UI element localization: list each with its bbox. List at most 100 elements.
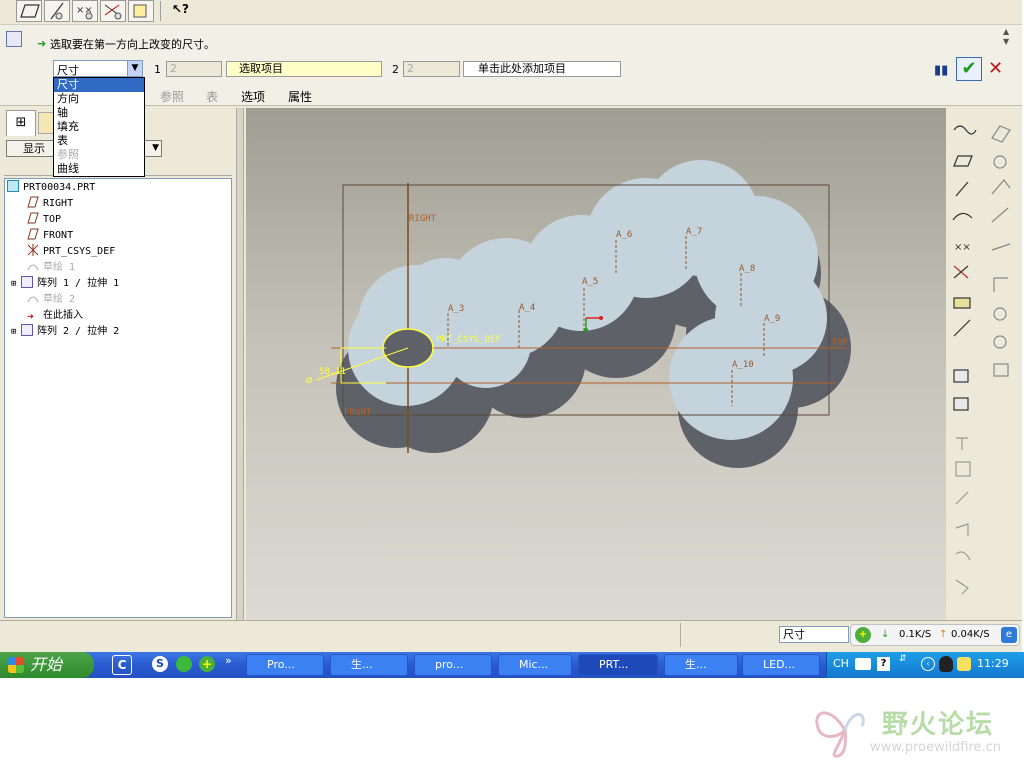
tree-item-label: 阵列 2 / 拉伸 2 [37,326,120,337]
tray-arrows-icon[interactable]: ⇵ [899,654,907,664]
direction1-count-input[interactable]: 2 [166,61,222,77]
menu-item-curve[interactable]: 曲线 [54,162,144,176]
menu-item-table[interactable]: 表 [54,134,144,148]
feature-tool-icon [953,369,969,383]
tree-item-sketch2[interactable]: 草绘 2 [27,292,75,308]
help-icon[interactable]: ? [877,657,890,671]
quicklaunch-s-icon[interactable]: S [152,656,168,672]
direction2-count-input[interactable]: 2 [403,61,460,77]
network-plus-icon[interactable]: + [855,627,871,643]
menu-item-fill[interactable]: 填充 [54,120,144,134]
model-tree-tab-icon[interactable]: ⊞ [6,110,36,136]
menu-item-reference[interactable]: 参照 [54,148,144,162]
graphics-viewport[interactable]: RIGHT TOP FRONT A_3 A_4 A_5 A_6 A_7 A_8 [246,108,946,620]
watermark-url: www.proewildfire.cn [870,740,1001,755]
tree-item-sketch1[interactable]: 草绘 1 [27,260,75,276]
axis-label[interactable]: A_7 [686,227,702,237]
dashboard-scroll-down-icon[interactable]: ▼ [1003,37,1009,46]
axis-label[interactable]: A_8 [739,264,755,274]
task-button[interactable]: 生... [664,654,738,676]
feature-tool-icon [953,397,969,411]
chevron-down-icon[interactable]: ▼ [152,141,159,156]
tree-item-part[interactable]: PRT00034.PRT [7,180,95,196]
context-help-icon[interactable]: ↖? [172,2,192,20]
task-button[interactable]: 生... [330,654,408,676]
tree-item-top[interactable]: TOP [27,212,61,228]
confirm-button[interactable]: ✔ [956,57,982,81]
quicklaunch-more-icon[interactable]: » [225,654,232,667]
tree-item-csys[interactable]: PRT_CSYS_DEF [27,244,115,260]
selection-filter-value: 尺寸 [783,628,805,641]
task-button[interactable]: LED... [742,654,820,676]
sketch-icon [27,260,39,272]
ie-icon[interactable]: e [1001,627,1017,643]
security-icon[interactable] [957,657,971,671]
upload-speed: 0.04K/S [951,629,990,640]
language-indicator[interactable]: CH [833,657,849,670]
tree-item-pattern1[interactable]: ⊞ 阵列 1 / 拉伸 1 [11,276,119,292]
expand-icon[interactable]: ⊞ [11,324,21,340]
datum-axis-tool-icon[interactable] [44,0,70,22]
axis-label[interactable]: A_6 [616,230,632,240]
tree-item-pattern2[interactable]: ⊞ 阵列 2 / 拉伸 2 [11,324,119,340]
panel-splitter[interactable] [236,108,244,620]
selection-filter-select[interactable]: 尺寸 [779,626,849,643]
dashboard-scroll-up-icon[interactable]: ▲ [1003,27,1009,36]
dimension-value[interactable]: 58.11 [319,367,346,377]
upload-arrow-icon: ↑ [939,629,948,640]
tree-item-right[interactable]: RIGHT [27,196,73,212]
axis-label[interactable]: A_3 [448,304,464,314]
direction2-add-field[interactable]: 单击此处添加项目 [463,61,621,77]
top-toolbar: ×× ↖? [0,0,1022,24]
tree-item-label: RIGHT [43,198,74,209]
quicklaunch-browser-icon[interactable] [176,656,192,672]
sketch-tool-icon[interactable] [128,0,154,22]
axis-label[interactable]: A_10 [732,360,754,370]
network-monitor: + ↓ 0.1K/S ↑ 0.04K/S e [850,624,1020,646]
revolve-icon [993,155,1007,169]
tray-collapse-icon[interactable]: ‹ [921,657,935,671]
menu-item-axis[interactable]: 轴 [54,106,144,120]
axis-label[interactable]: A_9 [764,314,780,324]
axis-label[interactable]: A_4 [519,303,535,313]
tree-item-insert-here[interactable]: ➜ 在此插入 [27,308,83,324]
datum-axis-icon [955,181,969,197]
expand-icon[interactable]: ⊞ [11,276,21,292]
menu-item-direction[interactable]: 方向 [54,92,144,106]
model-view[interactable]: RIGHT TOP FRONT A_3 A_4 A_5 A_6 A_7 A_8 [246,108,946,620]
pattern-type-select[interactable]: 尺寸 ▼ [53,60,143,77]
quicklaunch-plus-icon[interactable]: + [199,656,215,672]
pattern-type-menu: 尺寸 方向 轴 填充 表 参照 曲线 [53,77,145,177]
keyboard-icon[interactable] [855,658,871,670]
tab-references[interactable]: 参照 [160,88,184,105]
tree-item-label: TOP [43,214,62,225]
pattern-dashboard: ➜ 选取要在第一方向上改变的尺寸。 尺寸 ▼ 1 2 选取项目 2 2 单击此处… [0,24,1022,106]
boundary-icon [991,243,1011,251]
qq-icon[interactable] [939,656,953,672]
task-button[interactable]: Pro... [246,654,324,676]
datum-plane-tool-icon[interactable] [16,0,42,22]
prompt-message: 选取要在第一方向上改变的尺寸。 [50,38,215,51]
dashboard-grid-icon[interactable] [6,31,22,47]
direction1-select-field[interactable]: 选取项目 [226,61,382,77]
datum-point-tool-icon[interactable]: ×× [72,0,98,22]
quicklaunch-c-icon[interactable]: C [112,655,132,675]
task-button[interactable]: Mic... [498,654,572,676]
download-speed: 0.1K/S [899,629,932,640]
tree-item-front[interactable]: FRONT [27,228,73,244]
pause-button[interactable]: ▮▮ [934,63,948,78]
task-button[interactable]: pro... [414,654,492,676]
chevron-down-icon[interactable]: ▼ [127,61,142,76]
prompt-arrow-icon: ➜ [37,37,47,50]
axis-label[interactable]: A_5 [582,277,598,287]
tab-table[interactable]: 表 [206,88,218,105]
tab-properties[interactable]: 属性 [288,88,312,105]
start-button[interactable]: 开始 [0,652,94,678]
task-button-active[interactable]: PRT... [578,654,658,676]
tab-options[interactable]: 选项 [241,88,265,105]
windows-logo-icon [8,657,24,673]
cancel-button[interactable]: ✕ [988,58,1003,79]
menu-item-dimension[interactable]: 尺寸 [54,78,144,92]
blend-icon [991,207,1009,223]
csys-tool-icon[interactable] [100,0,126,22]
